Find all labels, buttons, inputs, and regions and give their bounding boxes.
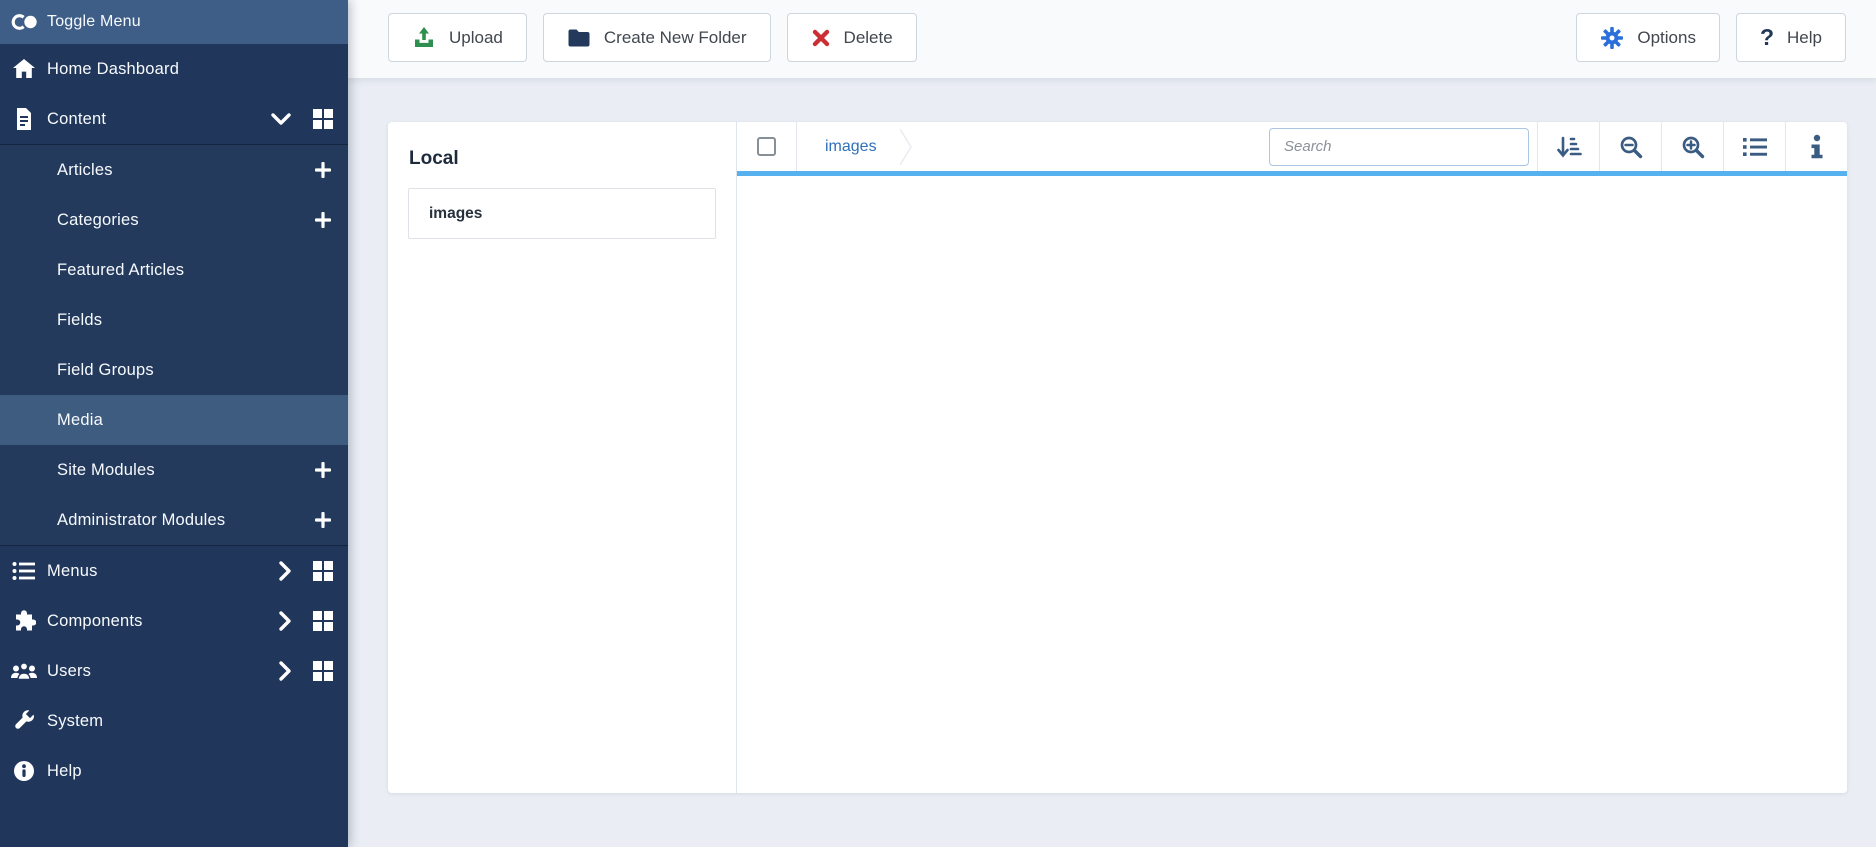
media-files-panel: images (737, 122, 1847, 793)
gear-icon (1600, 26, 1624, 50)
home-icon (9, 58, 39, 80)
document-icon (9, 107, 39, 131)
sidebar-item-menus[interactable]: Menus (0, 546, 348, 596)
options-button[interactable]: Options (1576, 13, 1720, 62)
media-files-topbar: images (737, 122, 1847, 176)
sidebar-item-field-groups[interactable]: Field Groups (0, 345, 348, 395)
zoom-out-button[interactable] (1599, 122, 1661, 171)
sidebar-item-fields[interactable]: Fields (0, 295, 348, 345)
add-icon[interactable] (314, 211, 332, 229)
zoom-out-icon (1619, 135, 1643, 159)
folder-icon (567, 28, 591, 48)
search-input[interactable] (1269, 127, 1529, 166)
add-icon[interactable] (314, 461, 332, 479)
help-button[interactable]: ? Help (1735, 13, 1846, 62)
breadcrumb-divider-icon (898, 125, 913, 169)
top-toolbar: Upload Create New Folder Delete Options … (348, 0, 1876, 78)
wrench-icon (9, 709, 39, 733)
users-icon (9, 661, 39, 681)
create-new-folder-label: Create New Folder (603, 27, 747, 47)
delete-x-icon (811, 28, 831, 48)
sidebar-item-help[interactable]: Help (0, 746, 348, 796)
main-area: Upload Create New Folder Delete Options … (348, 0, 1876, 847)
toggle-menu-icon (9, 12, 39, 32)
sidebar-item-site-modules[interactable]: Site Modules (0, 445, 348, 495)
sort-button[interactable] (1537, 122, 1599, 171)
select-all-cell (737, 122, 797, 171)
puzzle-icon (9, 609, 39, 633)
tree-item-images[interactable]: images (408, 188, 716, 239)
sidebar-item-home-dashboard[interactable]: Home Dashboard (0, 44, 348, 94)
delete-button-label: Delete (843, 27, 893, 47)
chevron-right-icon (278, 660, 292, 682)
content-submenu: Articles Categories Featured Articles Fi… (0, 144, 348, 546)
upload-button-label: Upload (449, 27, 503, 47)
info-circle-icon (9, 760, 39, 782)
sidebar-item-system[interactable]: System (0, 696, 348, 746)
sidebar-item-media[interactable]: Media (0, 395, 348, 445)
toggle-menu-label: Toggle Menu (47, 13, 141, 30)
chevron-right-icon (278, 610, 292, 632)
grid-dashboard-icon[interactable] (312, 610, 334, 632)
sidebar-item-featured-articles[interactable]: Featured Articles (0, 245, 348, 295)
zoom-in-icon (1681, 135, 1705, 159)
chevron-right-icon (278, 560, 292, 582)
sidebar-item-components[interactable]: Components (0, 596, 348, 646)
add-icon[interactable] (314, 511, 332, 529)
menus-list-icon (9, 561, 39, 581)
media-tree-panel: Local images (388, 122, 737, 793)
media-manager-card: Local images images (388, 122, 1847, 793)
create-new-folder-button[interactable]: Create New Folder (542, 13, 771, 62)
info-button[interactable] (1785, 122, 1847, 171)
sidebar-item-articles[interactable]: Articles (0, 145, 348, 195)
sort-amount-down-icon (1556, 135, 1582, 159)
chevron-down-icon[interactable] (270, 112, 292, 126)
upload-icon (412, 26, 436, 50)
grid-dashboard-icon[interactable] (312, 108, 334, 130)
sidebar-item-categories[interactable]: Categories (0, 195, 348, 245)
grid-dashboard-icon[interactable] (312, 560, 334, 582)
info-icon (1810, 134, 1824, 160)
sidebar-item-users[interactable]: Users (0, 646, 348, 696)
grid-dashboard-icon[interactable] (312, 660, 334, 682)
question-mark-icon: ? (1759, 24, 1775, 50)
sidebar-item-content[interactable]: Content (0, 94, 348, 144)
list-view-button[interactable] (1723, 122, 1785, 171)
select-all-checkbox[interactable] (757, 137, 776, 156)
sidebar-item-administrator-modules[interactable]: Administrator Modules (0, 495, 348, 545)
drive-heading: Local (409, 148, 459, 169)
sidebar-item-label: Home Dashboard (47, 59, 180, 78)
sidebar-item-label: Content (47, 109, 107, 128)
breadcrumb-item-images[interactable]: images (825, 138, 877, 156)
page-background: Local images images (348, 78, 1876, 847)
admin-sidebar: Toggle Menu Home Dashboard Content Artic… (0, 0, 348, 847)
upload-button[interactable]: Upload (388, 13, 527, 62)
files-browse-area[interactable] (737, 176, 1847, 793)
list-view-icon (1742, 136, 1768, 158)
zoom-in-button[interactable] (1661, 122, 1723, 171)
help-button-label: Help (1787, 27, 1822, 47)
toggle-menu-button[interactable]: Toggle Menu (0, 0, 348, 44)
delete-button[interactable]: Delete (786, 13, 917, 62)
add-icon[interactable] (314, 161, 332, 179)
breadcrumb: images (797, 122, 1269, 171)
options-button-label: Options (1637, 27, 1696, 47)
